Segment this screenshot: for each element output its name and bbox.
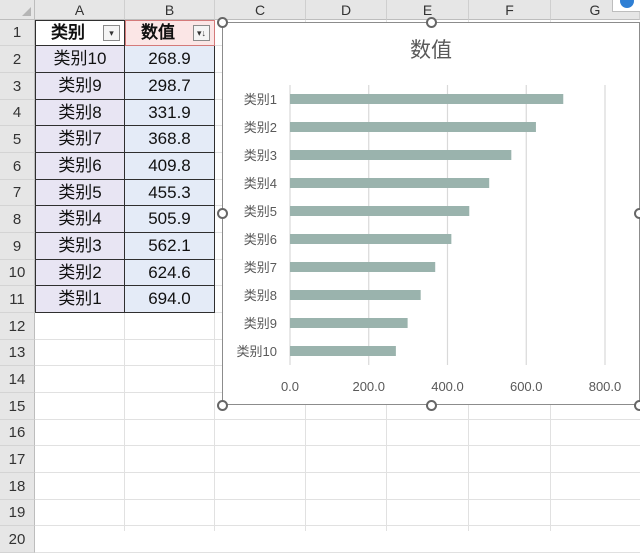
y-tick-label: 类别4 xyxy=(244,176,277,191)
bar xyxy=(290,122,536,132)
table-cell-category[interactable]: 类别10 xyxy=(35,46,125,73)
x-tick-label: 600.0 xyxy=(510,379,543,394)
row-header[interactable]: 11 xyxy=(0,286,35,313)
chart-title: 数值 xyxy=(410,39,452,62)
header-label: 类别 xyxy=(51,23,85,42)
spreadsheet: A B C D E F G 1 2 3 4 5 6 7 8 9 10 11 12 13 14 15 16 17 1… xyxy=(0,0,640,553)
column-header-b[interactable]: B xyxy=(125,0,215,20)
row-header[interactable]: 2 xyxy=(0,46,35,73)
table-cell-value[interactable]: 624.6 xyxy=(125,260,215,286)
table-cell-category[interactable]: 类别6 xyxy=(35,153,125,180)
table-cell-value[interactable]: 505.9 xyxy=(125,206,215,233)
bar xyxy=(290,262,436,272)
y-tick-label: 类别1 xyxy=(244,92,277,107)
table-cell-category[interactable]: 类别1 xyxy=(35,286,125,313)
table-cell-value[interactable]: 331.9 xyxy=(125,100,215,126)
header-label: 数值 xyxy=(141,23,175,42)
row-header[interactable]: 15 xyxy=(0,393,35,420)
chart-svg: 数值 0.0 200.0 400.0 600.0 800.0 类别1 类别2 类别3 类别4 类别5… xyxy=(237,39,622,394)
table-header-category[interactable]: 类别 ▾ xyxy=(35,20,125,46)
table-cell-value[interactable]: 562.1 xyxy=(125,233,215,260)
table-cell-value[interactable]: 455.3 xyxy=(125,180,215,206)
gridline xyxy=(35,525,640,526)
gridline xyxy=(35,445,640,446)
resize-handle-bottom[interactable] xyxy=(426,400,437,411)
row-header[interactable]: 14 xyxy=(0,366,35,393)
row-header[interactable]: 8 xyxy=(0,206,35,233)
row-header[interactable]: 5 xyxy=(0,126,35,153)
table-cell-category[interactable]: 类别8 xyxy=(35,100,125,126)
x-tick-label: 400.0 xyxy=(431,379,464,394)
bar xyxy=(290,346,396,356)
row-header[interactable]: 3 xyxy=(0,73,35,100)
sort-descending-filter-icon[interactable]: ▾↓ xyxy=(193,25,210,41)
row-header[interactable]: 12 xyxy=(0,313,35,340)
gridline xyxy=(35,472,640,473)
row-header[interactable]: 1 xyxy=(0,20,35,46)
bar xyxy=(290,178,490,188)
table-cell-category[interactable]: 类别3 xyxy=(35,233,125,260)
select-all-corner[interactable] xyxy=(0,0,35,20)
bar xyxy=(290,206,470,216)
table-cell-value[interactable]: 298.7 xyxy=(125,73,215,100)
row-header[interactable]: 16 xyxy=(0,420,35,446)
table-cell-value[interactable]: 268.9 xyxy=(125,46,215,73)
table-cell-category[interactable]: 类别9 xyxy=(35,73,125,100)
column-header-f[interactable]: F xyxy=(469,0,551,20)
table-cell-category[interactable]: 类别5 xyxy=(35,180,125,206)
resize-handle-right[interactable] xyxy=(634,208,640,219)
table-header-value[interactable]: 数值 ▾↓ xyxy=(125,20,215,46)
row-header[interactable]: 17 xyxy=(0,446,35,473)
gridline xyxy=(35,499,640,500)
resize-handle-left[interactable] xyxy=(217,208,228,219)
chart-elements-icon[interactable] xyxy=(612,0,640,12)
y-tick-label: 类别8 xyxy=(244,288,277,303)
x-tick-label: 800.0 xyxy=(589,379,622,394)
row-header[interactable]: 6 xyxy=(0,153,35,180)
row-header[interactable]: 18 xyxy=(0,473,35,500)
column-header-d[interactable]: D xyxy=(306,0,387,20)
table-cell-category[interactable]: 类别7 xyxy=(35,126,125,153)
gridline xyxy=(35,419,640,420)
resize-handle-top-left[interactable] xyxy=(217,17,228,28)
filter-dropdown-icon[interactable]: ▾ xyxy=(103,25,120,41)
y-tick-label: 类别2 xyxy=(244,120,277,135)
bar xyxy=(290,94,564,104)
column-header-c[interactable]: C xyxy=(215,0,306,20)
y-tick-label: 类别10 xyxy=(237,344,277,359)
row-header[interactable]: 13 xyxy=(0,340,35,366)
y-tick-label: 类别3 xyxy=(244,148,277,163)
row-header[interactable]: 4 xyxy=(0,100,35,126)
y-tick-label: 类别5 xyxy=(244,204,277,219)
bar-chart[interactable]: 数值 0.0 200.0 400.0 600.0 800.0 类别1 类别2 类别3 类别4 类别5… xyxy=(222,22,640,405)
row-header[interactable]: 9 xyxy=(0,233,35,260)
column-header-a[interactable]: A xyxy=(35,0,125,20)
row-header[interactable]: 7 xyxy=(0,180,35,206)
row-header[interactable]: 20 xyxy=(0,526,35,553)
table-cell-category[interactable]: 类别4 xyxy=(35,206,125,233)
table-cell-value[interactable]: 409.8 xyxy=(125,153,215,180)
row-header[interactable]: 10 xyxy=(0,260,35,286)
x-tick-label: 200.0 xyxy=(352,379,385,394)
resize-handle-bottom-left[interactable] xyxy=(217,400,228,411)
table-cell-category[interactable]: 类别2 xyxy=(35,260,125,286)
bar xyxy=(290,150,512,160)
bar xyxy=(290,318,408,328)
resize-handle-top[interactable] xyxy=(426,17,437,28)
x-tick-label: 0.0 xyxy=(281,379,299,394)
table-cell-value[interactable]: 694.0 xyxy=(125,286,215,313)
row-header[interactable]: 19 xyxy=(0,500,35,526)
y-tick-label: 类别9 xyxy=(244,316,277,331)
bar xyxy=(290,234,452,244)
y-tick-label: 类别6 xyxy=(244,232,277,247)
table-cell-value[interactable]: 368.8 xyxy=(125,126,215,153)
resize-handle-bottom-right[interactable] xyxy=(634,400,640,411)
y-tick-label: 类别7 xyxy=(244,260,277,275)
bar xyxy=(290,290,421,300)
